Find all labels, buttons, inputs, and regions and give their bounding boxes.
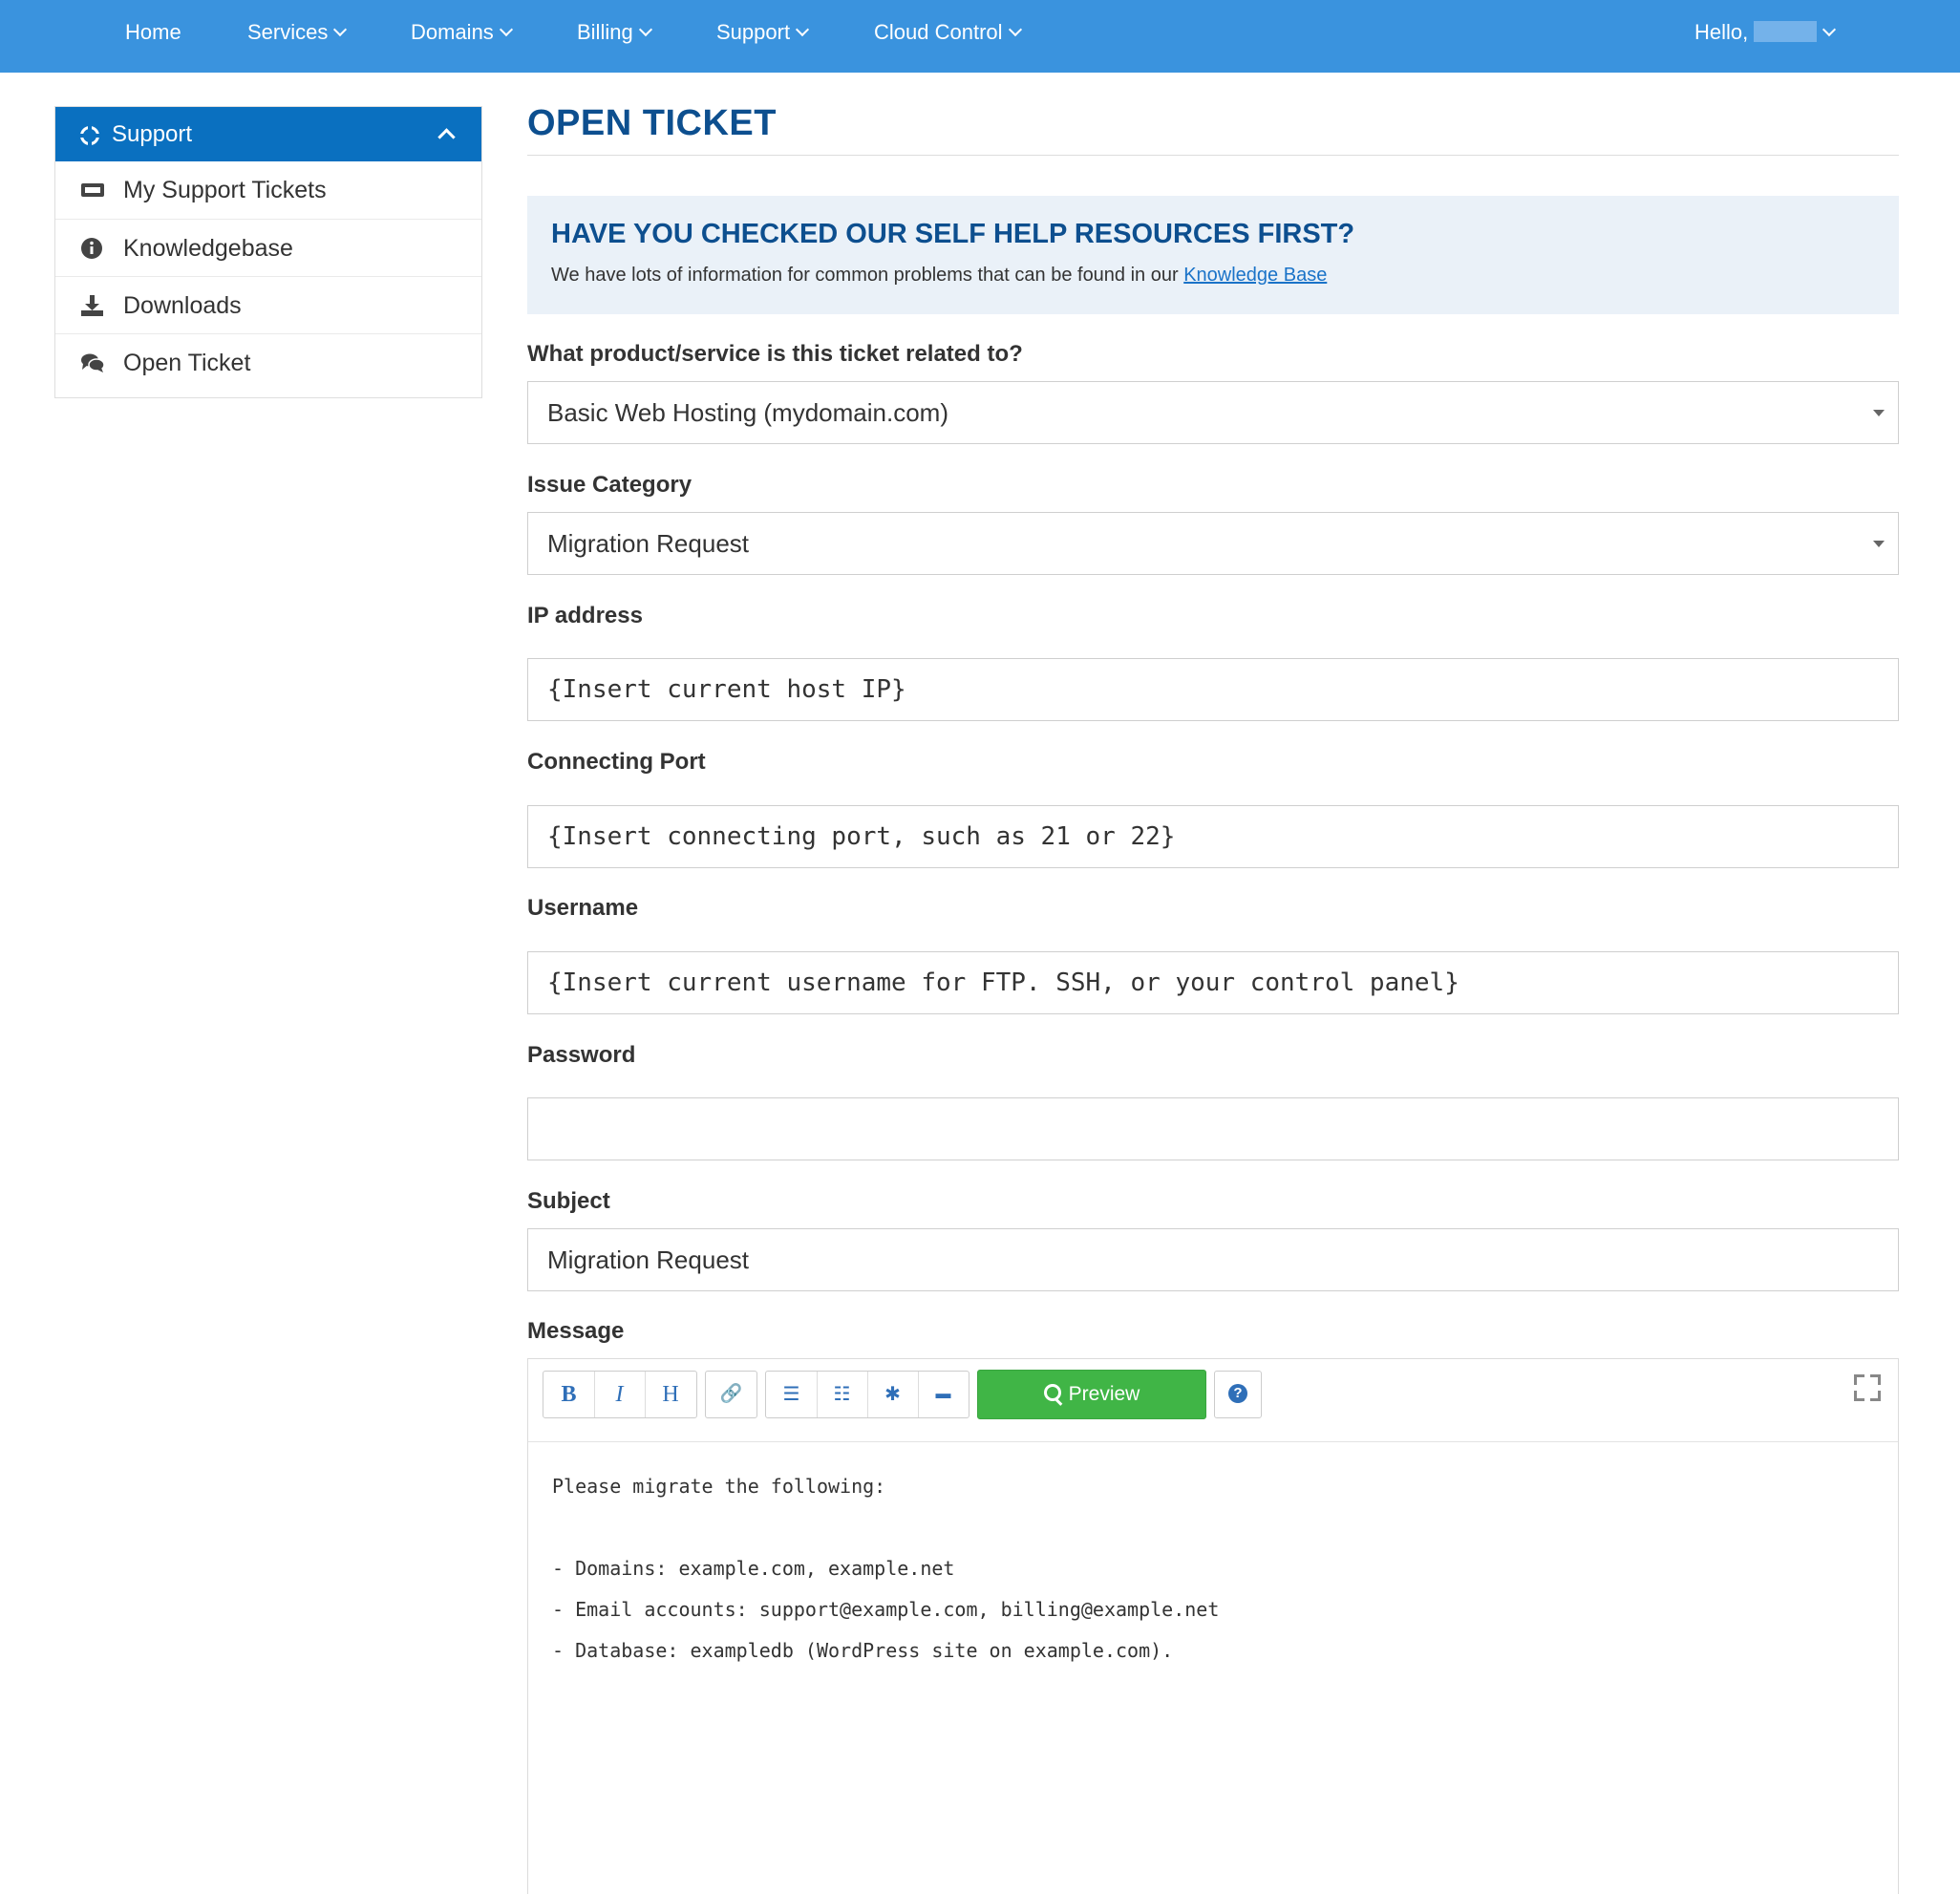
chevron-down-icon — [795, 22, 810, 37]
chevron-down-icon — [638, 22, 652, 37]
sidebar-item-label: Knowledgebase — [123, 235, 293, 262]
self-help-title: HAVE YOU CHECKED OUR SELF HELP RESOURCES… — [551, 219, 1355, 249]
knowledge-base-link[interactable]: Knowledge Base — [1183, 265, 1327, 286]
nav-user-menu[interactable]: Hello, — [1694, 0, 1837, 65]
nav-billing-label: Billing — [577, 20, 633, 44]
text-format-group: B I H — [543, 1371, 697, 1418]
message-textarea[interactable]: Please migrate the following: - Domains:… — [552, 1466, 1219, 1671]
message-line: - Database: exampledb (WordPress site on… — [552, 1639, 1174, 1662]
sidebar-item-open-ticket[interactable]: Open Ticket — [55, 333, 481, 392]
subject-label: Subject — [527, 1188, 610, 1214]
caret-down-icon — [1873, 410, 1885, 416]
chevron-down-icon — [1822, 22, 1837, 37]
message-line: - Domains: example.com, example.net — [552, 1557, 955, 1580]
issue-category-value: Migration Request — [547, 529, 749, 558]
message-line — [552, 1507, 1219, 1548]
title-divider — [527, 155, 1899, 156]
life-ring-icon — [80, 126, 99, 145]
help-button[interactable]: ? — [1215, 1372, 1261, 1417]
nav-services-label: Services — [247, 20, 329, 44]
self-help-text: We have lots of information for common p… — [551, 265, 1327, 287]
fullscreen-icon[interactable] — [1854, 1374, 1881, 1401]
sidebar-item-downloads[interactable]: Downloads — [55, 276, 481, 334]
block-format-group: ☰ ☷ ✱ ▬ — [765, 1371, 969, 1418]
sidebar-item-label: My Support Tickets — [123, 177, 327, 203]
message-label: Message — [527, 1318, 625, 1344]
product-select[interactable]: Basic Web Hosting (mydomain.com) — [527, 381, 1899, 444]
nav-home[interactable]: Home — [125, 0, 181, 65]
question-circle-icon: ? — [1228, 1384, 1247, 1403]
username-input[interactable]: {Insert current username for FTP. SSH, o… — [527, 951, 1899, 1014]
image-button[interactable]: ✱ — [867, 1372, 919, 1417]
username-label: Username — [527, 895, 639, 921]
issue-category-label: Issue Category — [527, 472, 692, 498]
subject-input[interactable]: Migration Request — [527, 1228, 1899, 1291]
editor-toolbar: B I H 🔗 ☰ ☷ ✱ ▬ Preview ? — [528, 1359, 1898, 1442]
password-input[interactable] — [527, 1097, 1899, 1160]
nav-cloud-control-label: Cloud Control — [874, 20, 1003, 44]
link-button[interactable]: 🔗 — [706, 1372, 756, 1417]
ip-address-value: {Insert current host IP} — [547, 675, 906, 704]
connecting-port-label: Connecting Port — [527, 749, 706, 775]
caret-down-icon — [1873, 541, 1885, 547]
ip-address-input[interactable]: {Insert current host IP} — [527, 658, 1899, 721]
username-value: {Insert current username for FTP. SSH, o… — [547, 968, 1459, 997]
ticket-icon — [81, 183, 104, 197]
link-group: 🔗 — [705, 1371, 757, 1418]
sidebar-item-knowledgebase[interactable]: Knowledgebase — [55, 219, 481, 277]
heading-button[interactable]: H — [645, 1372, 696, 1417]
comments-icon — [81, 353, 105, 372]
nav-domains-label: Domains — [411, 20, 494, 44]
sidebar-item-label: Open Ticket — [123, 350, 251, 376]
nav-home-label: Home — [125, 20, 181, 44]
nav-domains[interactable]: Domains — [411, 0, 513, 65]
sidebar-item-label: Downloads — [123, 292, 242, 319]
subject-value: Migration Request — [547, 1245, 749, 1274]
page-title: OPEN TICKET — [527, 103, 777, 143]
help-group: ? — [1214, 1371, 1262, 1418]
product-label: What product/service is this ticket rela… — [527, 341, 1023, 367]
chevron-up-icon[interactable] — [437, 128, 456, 146]
sidebar-item-my-support-tickets[interactable]: My Support Tickets — [55, 161, 481, 219]
nav-cloud-control[interactable]: Cloud Control — [874, 0, 1022, 65]
unordered-list-button[interactable]: ☰ — [766, 1372, 818, 1417]
product-select-value: Basic Web Hosting (mydomain.com) — [547, 398, 948, 427]
connecting-port-input[interactable]: {Insert connecting port, such as 21 or 2… — [527, 805, 1899, 868]
user-greeting: Hello, — [1694, 20, 1749, 44]
password-label: Password — [527, 1042, 636, 1068]
sidebar-header-label: Support — [112, 121, 193, 147]
issue-category-select[interactable]: Migration Request — [527, 512, 1899, 575]
nav-support[interactable]: Support — [716, 0, 810, 65]
ip-address-label: IP address — [527, 603, 643, 628]
preview-button-label: Preview — [1068, 1383, 1140, 1405]
nav-support-label: Support — [716, 20, 791, 44]
self-help-text-body: We have lots of information for common p… — [551, 265, 1179, 286]
message-line: - Email accounts: support@example.com, b… — [552, 1598, 1220, 1621]
italic-button[interactable]: I — [594, 1372, 646, 1417]
ordered-list-button[interactable]: ☷ — [817, 1372, 868, 1417]
sidebar-header-support[interactable]: Support — [55, 107, 481, 161]
redacted-username — [1754, 21, 1818, 43]
nav-billing[interactable]: Billing — [577, 0, 652, 65]
support-sidebar: Support My Support Tickets Knowledgebase… — [54, 106, 482, 398]
top-navbar: Home Services Domains Billing Support Cl… — [0, 0, 1960, 73]
message-line: Please migrate the following: — [552, 1475, 886, 1498]
nav-services[interactable]: Services — [247, 0, 348, 65]
chevron-down-icon — [1008, 22, 1022, 37]
download-icon — [81, 295, 103, 316]
search-icon — [1043, 1384, 1061, 1401]
preview-button[interactable]: Preview — [977, 1370, 1206, 1419]
self-help-callout: HAVE YOU CHECKED OUR SELF HELP RESOURCES… — [527, 196, 1899, 314]
quote-button[interactable]: ▬ — [918, 1372, 969, 1417]
connecting-port-value: {Insert connecting port, such as 21 or 2… — [547, 822, 1176, 851]
bold-button[interactable]: B — [543, 1372, 595, 1417]
info-circle-icon — [81, 238, 102, 259]
chevron-down-icon — [333, 22, 348, 37]
message-editor: B I H 🔗 ☰ ☷ ✱ ▬ Preview ? Please migrate… — [527, 1358, 1899, 1894]
chevron-down-icon — [499, 22, 513, 37]
